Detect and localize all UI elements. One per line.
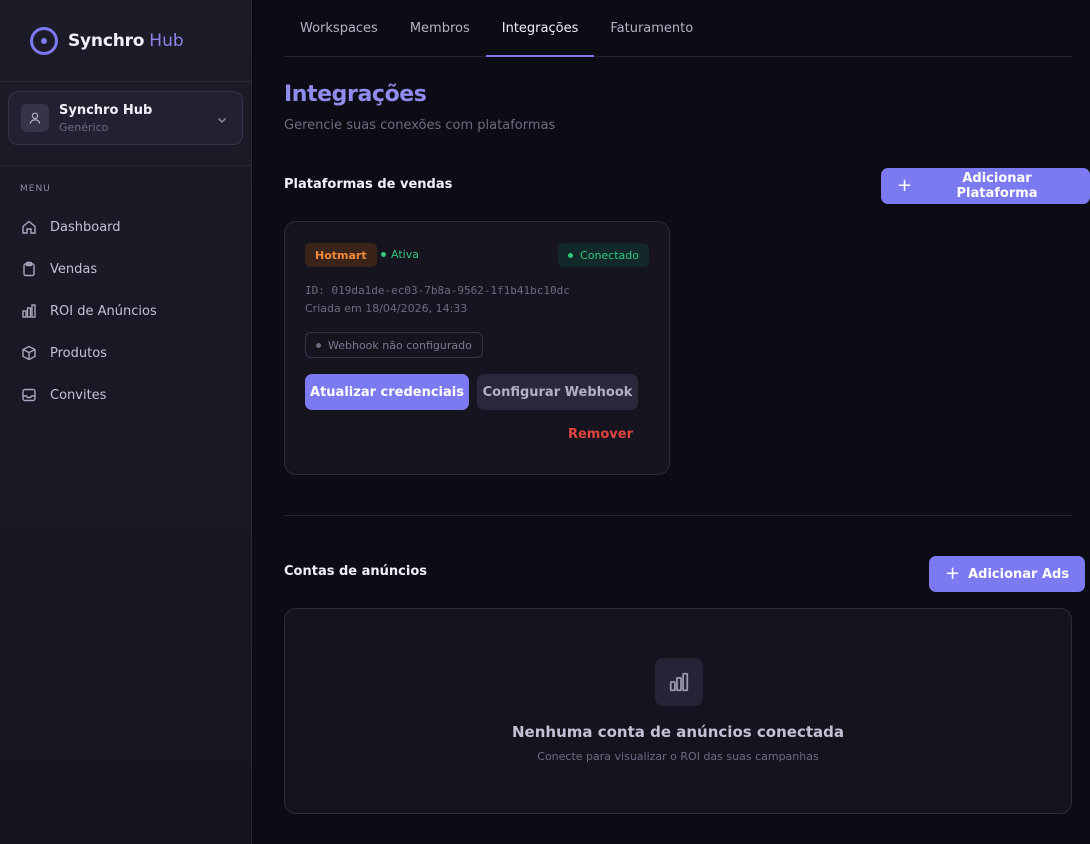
configure-webhook-button[interactable]: Configurar Webhook	[477, 374, 638, 410]
brand-suffix: Hub	[149, 30, 184, 51]
add-ads-label: Adicionar Ads	[968, 566, 1070, 582]
sidebar-item-convites[interactable]: Convites	[0, 374, 251, 416]
platform-badge: Hotmart	[305, 243, 377, 267]
brand-name: Synchro	[68, 30, 145, 51]
webhook-status-badge: Webhook não configurado	[305, 332, 483, 358]
status-label: Ativa	[391, 248, 419, 261]
chevron-down-icon	[216, 111, 228, 130]
tab-faturamento[interactable]: Faturamento	[594, 0, 709, 56]
remove-button[interactable]: Remover	[568, 427, 633, 442]
status-dot-icon	[381, 252, 386, 257]
main-content: Workspaces Membros Integrações Faturamen…	[252, 0, 1090, 844]
connection-badge: Conectado	[558, 243, 649, 267]
plus-icon: +	[945, 563, 961, 584]
logo-icon	[30, 26, 58, 55]
tab-membros[interactable]: Membros	[394, 0, 486, 56]
tab-integracoes[interactable]: Integrações	[485, 0, 595, 57]
workspace-selector[interactable]: Synchro Hub Genérico	[8, 91, 243, 145]
home-icon	[20, 218, 38, 236]
sidebar-item-vendas[interactable]: Vendas	[0, 248, 251, 290]
connection-dot-icon	[568, 252, 574, 258]
section-divider	[284, 515, 1072, 516]
page-subtitle: Gerencie suas conexões com plataformas	[284, 118, 556, 133]
status-badge: Ativa	[381, 248, 419, 261]
bar-chart-icon	[655, 658, 703, 706]
ads-section-title: Contas de anúncios	[284, 564, 427, 579]
webhook-dot-icon	[316, 342, 321, 348]
empty-state-title: Nenhuma conta de anúncios conectada	[512, 723, 844, 741]
bar-chart-icon	[20, 302, 38, 320]
sidebar-item-label: Produtos	[50, 345, 107, 361]
sidebar-item-label: Vendas	[50, 261, 98, 277]
webhook-status-label: Webhook não configurado	[328, 338, 472, 352]
platform-id: ID: 019da1de-ec03-7b8a-9562-1f1b41bc10dc	[305, 284, 570, 297]
plus-icon: +	[897, 175, 913, 196]
settings-tabs: Workspaces Membros Integrações Faturamen…	[284, 0, 1072, 57]
sales-section-title: Plataformas de vendas	[284, 177, 453, 192]
sidebar-item-label: Dashboard	[50, 219, 121, 235]
sidebar-menu: Dashboard Vendas ROI de Anúncios Produto…	[0, 206, 251, 416]
workspace-type: Genérico	[59, 120, 109, 134]
workspace-name: Synchro Hub	[59, 102, 153, 118]
add-platform-label: Adicionar Plataforma	[956, 171, 1038, 201]
sidebar-item-dashboard[interactable]: Dashboard	[0, 206, 251, 248]
user-icon	[21, 104, 49, 132]
box-icon	[20, 344, 38, 362]
menu-label: MENU	[20, 184, 51, 194]
add-ads-button[interactable]: + Adicionar Ads	[929, 556, 1086, 592]
platform-card: Hotmart Ativa Conectado ID: 019da1de-ec0…	[284, 221, 670, 475]
empty-state-subtitle: Conecte para visualizar o ROI das suas c…	[537, 750, 819, 763]
sidebar: Synchro Hub Synchro Hub Genérico MENU Da…	[0, 0, 252, 844]
connection-label: Conectado	[580, 248, 639, 262]
ads-empty-state: Nenhuma conta de anúncios conectada Cone…	[284, 608, 1072, 814]
add-platform-button[interactable]: + Adicionar Plataforma	[881, 168, 1090, 204]
inbox-icon	[20, 386, 38, 404]
sidebar-item-label: Convites	[50, 387, 107, 403]
update-credentials-button[interactable]: Atualizar credenciais	[305, 374, 469, 410]
platform-created-date: Criada em 18/04/2026, 14:33	[305, 302, 468, 315]
sidebar-item-roi[interactable]: ROI de Anúncios	[0, 290, 251, 332]
sidebar-item-label: ROI de Anúncios	[50, 303, 157, 319]
sidebar-item-produtos[interactable]: Produtos	[0, 332, 251, 374]
clipboard-icon	[20, 260, 38, 278]
brand[interactable]: Synchro Hub	[0, 0, 251, 82]
page-title: Integrações	[284, 82, 427, 107]
tab-workspaces[interactable]: Workspaces	[284, 0, 394, 56]
